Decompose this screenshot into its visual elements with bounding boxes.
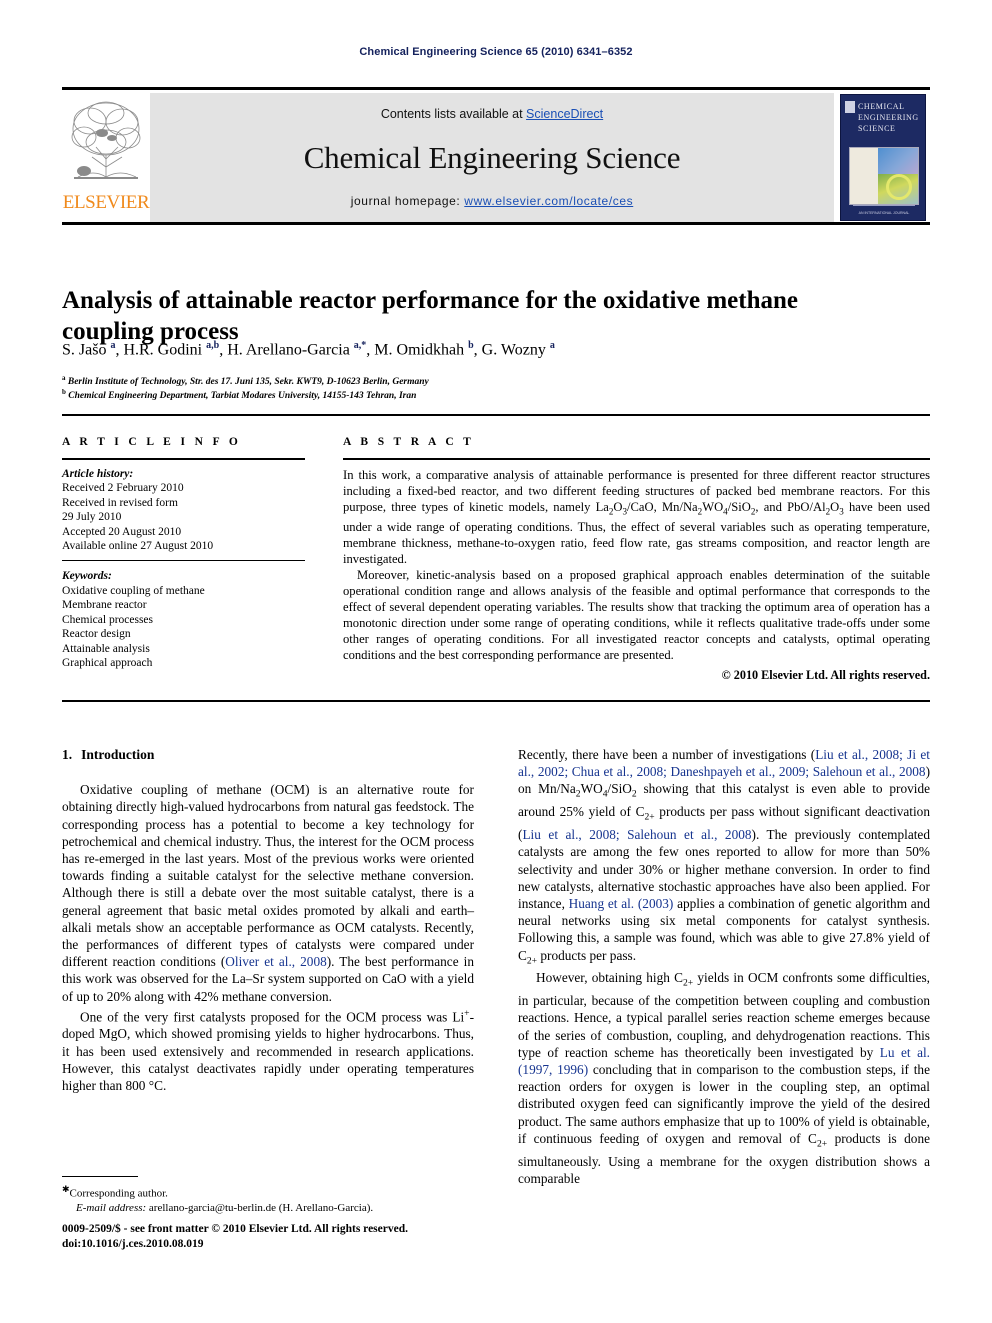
section-number: 1. (62, 747, 73, 762)
author-list: S. Jašo a, H.R. Godini a,b, H. Arellano-… (62, 340, 555, 359)
section-heading-introduction: 1. Introduction (62, 746, 474, 763)
article-info-column: A R T I C L E I N F O Article history: R… (62, 436, 305, 671)
keyword-item: Graphical approach (62, 657, 153, 669)
article-history-label: Article history: (62, 467, 134, 480)
cover-divider (853, 205, 915, 206)
cover-elsevier-mark-icon (845, 101, 855, 113)
info-band-bottom-rule (62, 700, 930, 702)
keywords-label: Keywords: (62, 570, 112, 582)
cover-artwork-image (849, 147, 919, 205)
imprint-block: 0009-2509/$ - see front matter © 2010 El… (62, 1222, 502, 1251)
article-info-heading: A R T I C L E I N F O (62, 436, 242, 448)
cover-title: CHEMICAL ENGINEERING SCIENCE (858, 101, 919, 134)
footnote-divider (62, 1176, 138, 1177)
body-paragraph: Oxidative coupling of methane (OCM) is a… (62, 782, 474, 1004)
history-line: Available online 27 August 2010 (62, 540, 214, 552)
masthead-bottom-rule (62, 222, 930, 225)
corresponding-author-text: Corresponding author. (69, 1187, 168, 1200)
copyright-line: © 2010 Elsevier Ltd. All rights reserved… (721, 668, 930, 683)
email-note: E-mail address: arellano-garcia@tu-berli… (62, 1201, 474, 1215)
info-band-top-rule (62, 414, 930, 416)
paper-page: Chemical Engineering Science 65 (2010) 6… (0, 0, 992, 1323)
journal-masthead: ELSEVIER Contents lists available at Sci… (62, 87, 930, 222)
body-paragraph: One of the very first catalysts proposed… (62, 1007, 474, 1094)
journal-homepage-line: journal homepage: www.elsevier.com/locat… (150, 194, 834, 208)
keyword-item: Chemical processes (62, 613, 154, 626)
cover-title-line-1: CHEMICAL (858, 102, 905, 111)
abstract-body: In this work, a comparative analysis of … (343, 467, 930, 664)
abstract-paragraph: Moreover, kinetic-analysis based on a pr… (343, 568, 930, 663)
cover-footer-text: AN INTERNATIONAL JOURNAL (858, 211, 910, 215)
history-line: Received in revised form (62, 496, 178, 509)
keywords-block: Keywords: Oxidative coupling of methane … (62, 569, 305, 671)
elsevier-wordmark: ELSEVIER (62, 192, 150, 213)
masthead-center: Contents lists available at ScienceDirec… (150, 93, 834, 222)
imprint-line-2: doi:10.1016/j.ces.2010.08.019 (62, 1237, 204, 1250)
article-history-block: Article history: Received 2 February 201… (62, 467, 305, 554)
asterisk-icon: ✱ (62, 1184, 70, 1194)
journal-homepage-link[interactable]: www.elsevier.com/locate/ces (464, 194, 633, 208)
affiliation-b: b Chemical Engineering Department, Tarbi… (62, 388, 417, 402)
section-title: Introduction (81, 747, 155, 762)
abstract-column: A B S T R A C T In this work, a comparat… (343, 436, 930, 683)
email-link[interactable]: arellano-garcia@tu-berlin.de (H. Arellan… (149, 1202, 373, 1214)
sciencedirect-link[interactable]: ScienceDirect (526, 107, 603, 121)
affiliation-b-text: Chemical Engineering Department, Tarbiat… (68, 391, 417, 402)
history-line: 29 July 2010 (62, 511, 122, 523)
contents-available-line: Contents lists available at ScienceDirec… (150, 107, 834, 121)
history-line: Accepted 20 August 2010 (62, 525, 182, 538)
homepage-prefix: journal homepage: (350, 194, 465, 208)
footnote-block: ✱Corresponding author. E-mail address: a… (62, 1182, 474, 1215)
keyword-item: Membrane reactor (62, 599, 147, 611)
page-title: Analysis of attainable reactor performan… (62, 286, 798, 345)
keyword-item: Attainable analysis (62, 642, 150, 655)
keyword-item: Oxidative coupling of methane (62, 584, 205, 597)
email-label: E-mail address: (76, 1201, 147, 1214)
body-paragraph: Recently, there have been a number of in… (518, 747, 930, 967)
history-line: Received 2 February 2010 (62, 482, 184, 494)
imprint-line-1: 0009-2509/$ - see front matter © 2010 El… (62, 1223, 408, 1235)
abstract-heading: A B S T R A C T (343, 436, 475, 448)
running-head: Chemical Engineering Science 65 (2010) 6… (359, 46, 633, 58)
body-paragraph: However, obtaining high C2+ yields in OC… (518, 970, 931, 1186)
corresponding-author-note: ✱Corresponding author. (62, 1182, 474, 1201)
keyword-item: Reactor design (62, 628, 131, 640)
cover-title-line-2: ENGINEERING (858, 113, 919, 122)
article-info-separator (62, 559, 305, 561)
abstract-paragraph: In this work, a comparative analysis of … (343, 467, 930, 567)
elsevier-logo: ELSEVIER (62, 93, 150, 222)
body-column-left: 1. Introduction Oxidative coupling of met… (62, 746, 474, 1094)
cover-title-line-3: SCIENCE (858, 124, 896, 133)
journal-cover-thumbnail: CHEMICAL ENGINEERING SCIENCE AN INTERNAT… (834, 93, 930, 222)
elsevier-tree-icon (71, 101, 141, 179)
contents-prefix: Contents lists available at (380, 107, 527, 121)
journal-title: Chemical Engineering Science (303, 140, 681, 175)
body-column-right: Recently, there have been a number of in… (518, 746, 930, 1187)
abstract-rule (343, 458, 930, 460)
article-info-rule (62, 458, 305, 460)
